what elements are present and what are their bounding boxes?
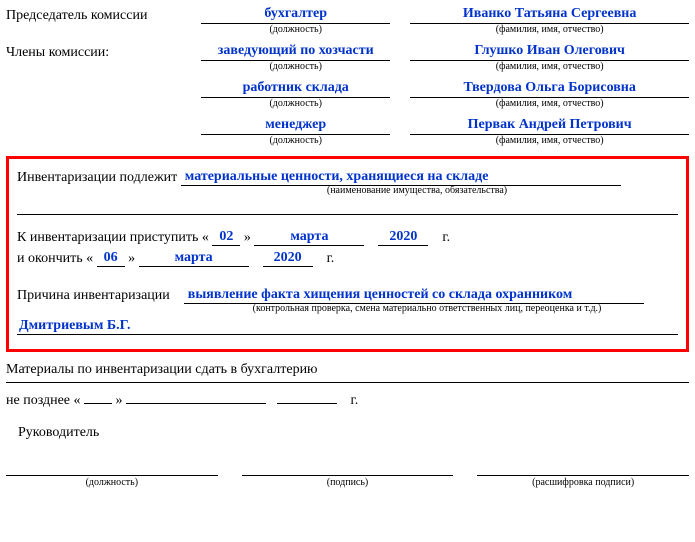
chair-name: Иванко Татьяна Сергеевна	[410, 6, 689, 24]
end-date-line: и окончить « 06 » марта 2020 г.	[17, 250, 678, 267]
end-label: и окончить «	[17, 251, 93, 266]
start-label: К инвентаризации приступить «	[17, 230, 209, 245]
signature-caption-sign: (подпись)	[242, 477, 454, 488]
caption-position: (должность)	[201, 25, 390, 35]
highlighted-section: Инвентаризации подлежит материальные цен…	[6, 156, 689, 352]
blank-line	[17, 214, 678, 215]
chair-name-cell: Иванко Татьяна Сергеевна (фамилия, имя, …	[410, 6, 689, 35]
chair-row: Председатель комиссии бухгалтер (должнос…	[6, 6, 689, 35]
caption-name: (фамилия, имя, отчество)	[410, 25, 689, 35]
member-name: Первак Андрей Петрович	[410, 117, 689, 135]
end-month: марта	[139, 250, 249, 267]
deadline-prefix: не позднее «	[6, 393, 81, 408]
member-name: Глушко Иван Олегович	[410, 43, 689, 61]
signature-sign-cell: (подпись)	[242, 475, 454, 488]
start-day: 02	[212, 229, 240, 246]
chair-label: Председатель комиссии	[6, 6, 195, 24]
signature-decipher-cell: (расшифровка подписи)	[477, 475, 689, 488]
reason-caption: (контрольная проверка, смена материально…	[197, 304, 657, 314]
subject-caption: (наименование имущества, обязательства)	[197, 186, 637, 196]
signature-position-cell: (должность)	[6, 475, 218, 488]
deadline-line: не позднее « » г.	[6, 393, 689, 409]
subject-value: материальные ценности, хранящиеся на скл…	[181, 169, 621, 186]
member-position: работник склада	[201, 80, 390, 98]
deliver-blank-line	[6, 382, 689, 383]
member-position: заведующий по хозчасти	[201, 43, 390, 61]
subject-line: Инвентаризации подлежит материальные цен…	[17, 169, 678, 186]
signature-row: (должность) (подпись) (расшифровка подпи…	[6, 475, 689, 488]
start-date-line: К инвентаризации приступить « 02 » марта…	[17, 229, 678, 246]
member-name: Твердова Ольга Борисовна	[410, 80, 689, 98]
chair-position: бухгалтер	[201, 6, 390, 24]
start-month: марта	[254, 229, 364, 246]
deadline-month	[126, 403, 266, 404]
year-suffix: г.	[442, 230, 450, 245]
deadline-year	[277, 403, 337, 404]
end-year: 2020	[263, 250, 313, 267]
leader-label: Руководитель	[6, 425, 689, 441]
subject-label: Инвентаризации подлежит	[17, 170, 177, 185]
signature-caption-position: (должность)	[6, 477, 218, 488]
member-row: работник склада (должность) Твердова Оль…	[6, 80, 689, 109]
start-year: 2020	[378, 229, 428, 246]
reason-value-continued: Дмитриевым Б.Г.	[17, 318, 678, 335]
members-label: Члены комиссии:	[6, 43, 195, 61]
reason-value: выявление факта хищения ценностей со скл…	[184, 287, 644, 304]
chair-position-cell: бухгалтер (должность)	[201, 6, 390, 35]
reason-line: Причина инвентаризации выявление факта х…	[17, 287, 678, 304]
reason-label: Причина инвентаризации	[17, 288, 170, 303]
deadline-day	[84, 403, 112, 404]
end-day: 06	[97, 250, 125, 267]
deliver-line: Материалы по инвентаризации сдать в бухг…	[6, 362, 689, 378]
member-row: менеджер (должность) Первак Андрей Петро…	[6, 117, 689, 146]
member-row: Члены комиссии: заведующий по хозчасти (…	[6, 43, 689, 72]
signature-caption-decipher: (расшифровка подписи)	[477, 477, 689, 488]
member-position: менеджер	[201, 117, 390, 135]
